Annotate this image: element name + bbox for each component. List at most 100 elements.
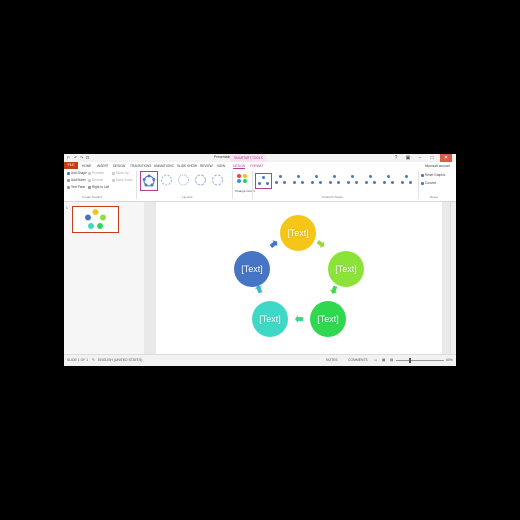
style-dot	[283, 181, 286, 184]
segmented-cycle-icon	[212, 174, 223, 186]
style-dot	[409, 181, 412, 184]
zoom-level[interactable]: 60%	[446, 358, 453, 362]
slide[interactable]: [Text] [Text] [Text] [Text] [Text]	[156, 202, 442, 354]
zoom-slider-thumb[interactable]	[409, 358, 412, 363]
zoom-slider[interactable]	[396, 358, 444, 363]
tab-transitions[interactable]: TRANSITIONS	[130, 164, 151, 168]
style-dot	[301, 181, 304, 184]
style-option[interactable]	[399, 173, 414, 187]
minimize-button[interactable]: –	[414, 154, 426, 162]
tab-file[interactable]: FILE	[64, 162, 78, 169]
style-dot	[337, 181, 340, 184]
node-text[interactable]: [Text]	[317, 314, 339, 324]
tab-view[interactable]: VIEW	[217, 164, 225, 168]
language-indicator[interactable]: ENGLISH (UNITED STATES)	[98, 358, 142, 362]
redo-icon[interactable]: ↷	[80, 155, 83, 160]
style-dot	[293, 181, 296, 184]
comments-button[interactable]: COMMENTS	[348, 358, 368, 362]
cycle-node-4[interactable]: [Text]	[252, 301, 288, 337]
style-dot	[315, 175, 318, 178]
cycle-node-2[interactable]: [Text]	[328, 251, 364, 287]
node-text[interactable]: [Text]	[241, 264, 263, 274]
node-text[interactable]: [Text]	[335, 264, 357, 274]
help-icon[interactable]: ?	[390, 154, 402, 162]
text-pane-button[interactable]: Text Pane	[67, 185, 85, 189]
style-option[interactable]	[327, 173, 342, 187]
layout-option[interactable]	[210, 173, 225, 187]
change-colors-button[interactable]	[235, 171, 249, 189]
account-name[interactable]: Microsoft account	[425, 164, 450, 168]
tab-smartart-design[interactable]: DESIGN	[233, 164, 246, 169]
powerpoint-window: P ↶ ↷ ⊡ Presentation1 - PowerPoint SMART…	[64, 154, 456, 366]
add-shape-button[interactable]: Add Shape	[67, 171, 87, 175]
cycle-node-1[interactable]: [Text]	[280, 215, 316, 251]
tab-slide-show[interactable]: SLIDE SHOW	[177, 164, 197, 168]
slide-number: 1	[66, 206, 68, 210]
title-bar: P ↶ ↷ ⊡ Presentation1 - PowerPoint SMART…	[64, 154, 456, 162]
add-bullet-icon	[67, 178, 70, 182]
text-pane-icon	[67, 185, 70, 189]
style-dot	[387, 175, 390, 178]
block-cycle-icon	[178, 174, 189, 186]
style-option[interactable]	[273, 173, 288, 187]
tab-insert[interactable]: INSERT	[97, 164, 109, 168]
style-dot	[266, 182, 269, 185]
cycle-arrow	[317, 240, 325, 248]
proofing-icon[interactable]: ✎	[92, 358, 95, 362]
layout-option[interactable]	[193, 173, 208, 187]
layout-option[interactable]	[176, 173, 191, 187]
add-bullet-button[interactable]: Add Bullet	[67, 178, 86, 182]
tab-design[interactable]: DESIGN	[113, 164, 125, 168]
slide-thumbnail-preview	[85, 209, 106, 229]
style-option[interactable]	[345, 173, 360, 187]
node-text[interactable]: [Text]	[287, 228, 309, 238]
layout-option[interactable]	[159, 173, 174, 187]
node-text[interactable]: [Text]	[259, 314, 281, 324]
close-button[interactable]: ✕	[440, 154, 452, 162]
move-down-icon	[112, 178, 115, 182]
convert-icon	[421, 181, 424, 185]
cycle-arrow	[270, 240, 278, 248]
powerpoint-logo-icon: P	[67, 155, 70, 160]
ribbon: Add Shape Add Bullet Text Pane Promote D…	[64, 169, 456, 202]
vertical-scrollbar[interactable]	[450, 202, 456, 354]
ribbon-divider	[252, 171, 253, 199]
move-down-button[interactable]: Move Down	[112, 178, 133, 182]
tab-format[interactable]: FORMAT	[250, 164, 263, 168]
tab-home[interactable]: HOME	[82, 164, 92, 168]
reset-graphic-icon	[421, 173, 424, 177]
convert-button[interactable]: Convert	[421, 181, 436, 185]
demote-button[interactable]: Demote	[88, 178, 103, 182]
cycle-node-5[interactable]: [Text]	[234, 251, 270, 287]
right-to-left-button[interactable]: Right to Left	[88, 185, 109, 189]
reset-graphic-button[interactable]: Reset Graphic	[421, 173, 445, 177]
maximize-button[interactable]: □	[426, 154, 438, 162]
start-from-beginning-icon[interactable]: ⊡	[86, 155, 89, 160]
notes-button[interactable]: NOTES	[326, 358, 338, 362]
style-option[interactable]	[291, 173, 306, 187]
continuous-cycle-icon	[195, 174, 206, 186]
style-dot	[351, 175, 354, 178]
style-option[interactable]	[363, 173, 378, 187]
ribbon-display-options-icon[interactable]: ▣	[402, 154, 414, 162]
style-dot	[365, 181, 368, 184]
smartart-styles-group-label: SmartArt Styles	[322, 195, 343, 199]
style-option[interactable]	[381, 173, 396, 187]
style-option[interactable]	[255, 173, 272, 189]
text-cycle-icon	[161, 174, 172, 186]
style-dot	[258, 182, 261, 185]
slide-sorter-icon[interactable]: ▦	[382, 358, 385, 362]
tab-review[interactable]: REVIEW	[200, 164, 213, 168]
slide-thumbnail[interactable]	[72, 206, 119, 233]
cycle-node-3[interactable]: [Text]	[310, 301, 346, 337]
tab-animations[interactable]: ANIMATIONS	[154, 164, 174, 168]
layout-basic-cycle[interactable]	[140, 171, 158, 191]
promote-button[interactable]: Promote	[88, 171, 104, 175]
style-option[interactable]	[309, 173, 324, 187]
slide-editing-area: [Text] [Text] [Text] [Text] [Text]	[144, 202, 456, 354]
ribbon-divider	[136, 171, 137, 199]
reading-view-icon[interactable]: ▤	[390, 358, 393, 362]
undo-icon[interactable]: ↶	[74, 155, 77, 160]
move-up-button[interactable]: Move Up	[112, 171, 129, 175]
normal-view-icon[interactable]: ▭	[374, 358, 377, 362]
